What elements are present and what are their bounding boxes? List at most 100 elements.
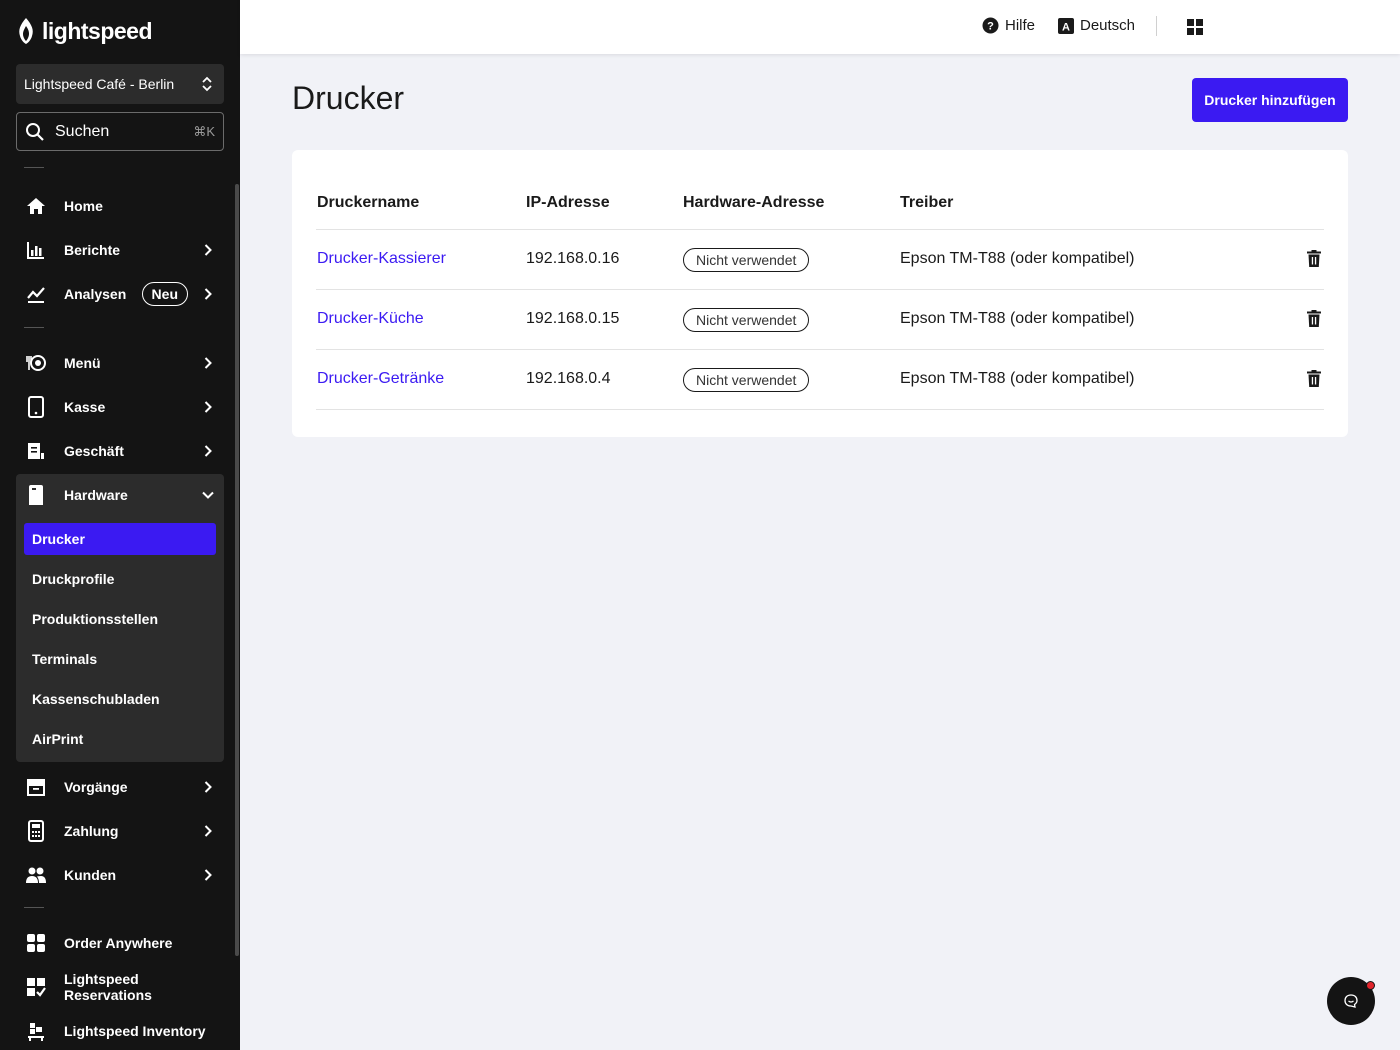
trash-icon[interactable] bbox=[1306, 310, 1322, 328]
bar-chart-icon bbox=[24, 238, 48, 262]
sidebar-item-hardware[interactable]: Hardware bbox=[16, 475, 224, 515]
chevron-right-icon bbox=[200, 443, 216, 459]
sidebar-item-kunden[interactable]: Kunden bbox=[16, 855, 224, 895]
notification-dot bbox=[1366, 981, 1375, 990]
trend-line-icon bbox=[24, 282, 48, 306]
printer-name-link[interactable]: Drucker-Getränke bbox=[317, 370, 444, 388]
column-header-hardware: Hardware-Adresse bbox=[683, 194, 825, 211]
sidebar-item-analysen[interactable]: Analysen Neu bbox=[16, 274, 224, 314]
sidebar: lightspeed Lightspeed Café - Berlin Such… bbox=[0, 0, 240, 1050]
column-header-ip: IP-Adresse bbox=[526, 194, 610, 211]
table-row: Drucker-Küche 192.168.0.15 Nicht verwend… bbox=[316, 290, 1324, 350]
sidebar-item-label: Hardware bbox=[64, 487, 128, 503]
table-row: Drucker-Kassierer 192.168.0.16 Nicht ver… bbox=[316, 230, 1324, 290]
help-icon: ? bbox=[982, 17, 999, 34]
chevron-up-down-icon bbox=[202, 76, 212, 92]
sidebar-item-home[interactable]: Home bbox=[16, 186, 224, 226]
driver: Epson TM-T88 (oder kompatibel) bbox=[900, 250, 1135, 267]
hardware-status-badge: Nicht verwendet bbox=[683, 368, 810, 392]
sidebar-item-label: Kasse bbox=[64, 399, 106, 415]
sidebar-subitem-kassenschubladen[interactable]: Kassenschubladen bbox=[24, 683, 216, 715]
users-icon bbox=[24, 863, 48, 887]
column-header-driver: Treiber bbox=[900, 194, 954, 211]
sidebar-item-label: Home bbox=[64, 198, 103, 214]
search-label: Suchen bbox=[55, 122, 110, 140]
search-icon bbox=[26, 122, 44, 141]
inventory-icon bbox=[24, 1019, 48, 1043]
table-header: Druckername IP-Adresse Hardware-Adresse … bbox=[316, 184, 1324, 230]
chevron-right-icon bbox=[200, 823, 216, 839]
sidebar-item-vorgaenge[interactable]: Vorgänge bbox=[16, 767, 224, 807]
printer-name-link[interactable]: Drucker-Kassierer bbox=[317, 250, 446, 268]
chat-icon bbox=[1344, 994, 1358, 1008]
svg-text:A: A bbox=[1062, 21, 1070, 33]
trash-icon[interactable] bbox=[1306, 370, 1322, 388]
trash-icon[interactable] bbox=[1306, 250, 1322, 268]
printer-name-link[interactable]: Drucker-Küche bbox=[317, 310, 424, 328]
sidebar-subitem-drucker[interactable]: Drucker bbox=[24, 523, 216, 555]
order-anywhere-icon bbox=[24, 931, 48, 955]
svg-text:?: ? bbox=[987, 21, 994, 33]
tablet-icon bbox=[24, 395, 48, 419]
sidebar-subitem-produktionsstellen[interactable]: Produktionsstellen bbox=[24, 603, 216, 635]
sidebar-item-label: Geschäft bbox=[64, 443, 124, 459]
chevron-down-icon bbox=[200, 487, 216, 503]
column-header-name: Druckername bbox=[317, 194, 420, 211]
sidebar-item-inventory[interactable]: Lightspeed Inventory bbox=[16, 1011, 224, 1050]
sidebar-item-label: Kunden bbox=[64, 867, 117, 883]
language-selector[interactable]: A Deutsch bbox=[1058, 17, 1135, 34]
hardware-status-badge: Nicht verwendet bbox=[683, 248, 810, 272]
topbar-divider bbox=[1156, 16, 1157, 36]
language-label: Deutsch bbox=[1080, 17, 1136, 34]
home-icon bbox=[24, 194, 48, 218]
chevron-right-icon bbox=[200, 399, 216, 415]
app-switcher-button[interactable] bbox=[1187, 19, 1203, 35]
sidebar-divider bbox=[24, 167, 44, 168]
sidebar-item-geschaeft[interactable]: Geschäft bbox=[16, 431, 224, 471]
ip-address: 192.168.0.15 bbox=[526, 310, 620, 327]
sidebar-item-kasse[interactable]: Kasse bbox=[16, 387, 224, 427]
grid-icon bbox=[1187, 19, 1203, 35]
driver: Epson TM-T88 (oder kompatibel) bbox=[900, 370, 1135, 387]
sidebar-item-label: Berichte bbox=[64, 242, 121, 258]
payment-terminal-icon bbox=[24, 819, 48, 843]
page-title: Drucker bbox=[292, 80, 405, 116]
archive-box-icon bbox=[24, 775, 48, 799]
ip-address: 192.168.0.16 bbox=[526, 250, 620, 267]
sidebar-divider bbox=[24, 327, 44, 328]
sidebar-subitem-terminals[interactable]: Terminals bbox=[24, 643, 216, 675]
brand-name: lightspeed bbox=[42, 17, 153, 44]
search-shortcut: ⌘K bbox=[193, 123, 215, 139]
language-icon: A bbox=[1058, 17, 1074, 34]
chevron-right-icon bbox=[200, 779, 216, 795]
sidebar-item-label: Menü bbox=[64, 355, 101, 371]
help-label: Hilfe bbox=[1005, 17, 1036, 34]
sidebar-scrollbar[interactable] bbox=[235, 184, 239, 956]
ip-address: 192.168.0.4 bbox=[526, 370, 611, 387]
reservations-icon bbox=[24, 975, 48, 999]
sidebar-subitem-airprint[interactable]: AirPrint bbox=[24, 723, 216, 755]
search-input[interactable]: Suchen ⌘K bbox=[16, 112, 224, 151]
sidebar-item-berichte[interactable]: Berichte bbox=[16, 230, 224, 270]
add-printer-button[interactable]: Drucker hinzufügen bbox=[1192, 78, 1348, 122]
help-link[interactable]: ? Hilfe bbox=[982, 17, 1035, 34]
sidebar-divider bbox=[24, 907, 44, 908]
sidebar-item-zahlung[interactable]: Zahlung bbox=[16, 811, 224, 851]
topbar: ? Hilfe A Deutsch bbox=[240, 0, 1400, 54]
chevron-right-icon bbox=[200, 286, 216, 302]
chevron-right-icon bbox=[200, 242, 216, 258]
sidebar-item-order-anywhere[interactable]: Order Anywhere bbox=[16, 923, 224, 963]
sidebar-item-label: Analysen bbox=[64, 286, 127, 302]
hardware-status-badge: Nicht verwendet bbox=[683, 308, 810, 332]
sidebar-item-label: Order Anywhere bbox=[64, 935, 173, 951]
store-name: Lightspeed Café - Berlin bbox=[24, 76, 175, 92]
sidebar-item-menu[interactable]: Menü bbox=[16, 343, 224, 383]
table-row: Drucker-Getränke 192.168.0.4 Nicht verwe… bbox=[316, 350, 1324, 410]
lightspeed-logo[interactable]: lightspeed bbox=[16, 16, 153, 46]
sidebar-item-label: Vorgänge bbox=[64, 779, 128, 795]
sidebar-item-reservations[interactable]: Lightspeed Reservations bbox=[16, 967, 224, 1007]
store-selector[interactable]: Lightspeed Café - Berlin bbox=[16, 64, 224, 104]
chevron-right-icon bbox=[200, 355, 216, 371]
sidebar-subitem-druckprofile[interactable]: Druckprofile bbox=[24, 563, 216, 595]
sidebar-item-label: Lightspeed Reservations bbox=[64, 971, 152, 1003]
